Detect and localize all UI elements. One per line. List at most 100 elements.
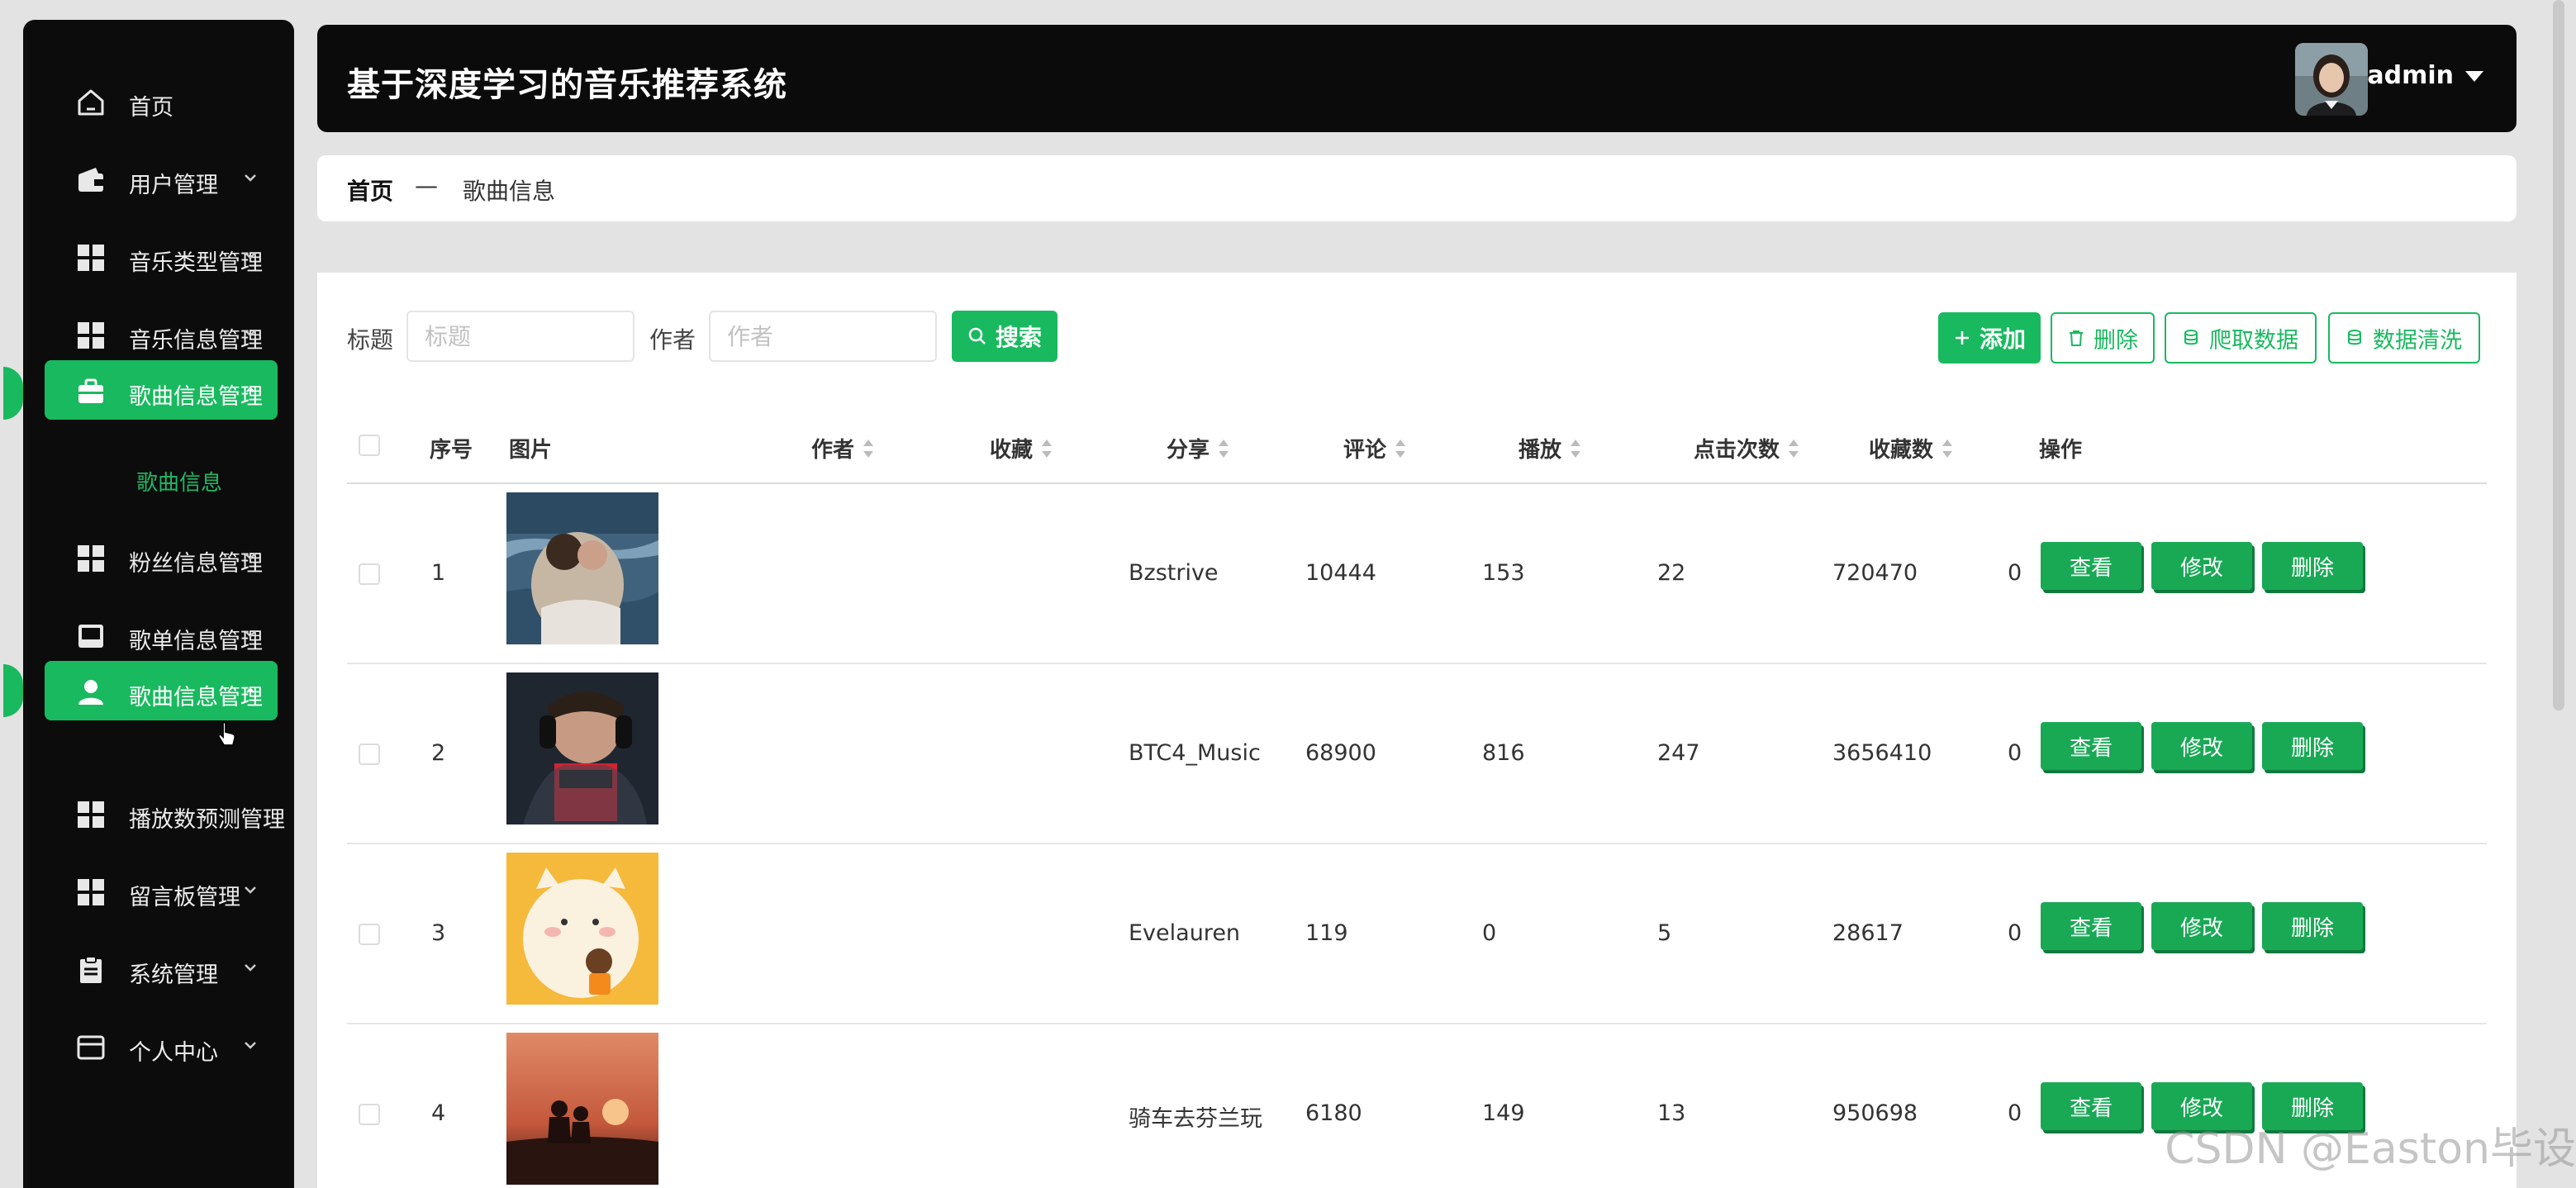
clipboard-icon — [80, 956, 102, 983]
delete-button[interactable]: 删除 — [2051, 312, 2155, 364]
wallet-icon — [78, 168, 103, 192]
author-filter-label: 作者 — [649, 326, 696, 354]
row-delete-button[interactable]: 删除 — [2262, 902, 2363, 950]
column-label: 图片 — [509, 438, 553, 463]
sidebar-item-label: 系统管理 — [129, 962, 218, 988]
chevron-up-icon — [246, 687, 254, 693]
sort-icon[interactable] — [1942, 439, 1953, 458]
cell-shares: 153 — [1482, 560, 1525, 586]
row-checkbox[interactable] — [359, 924, 380, 945]
column-header-sortable[interactable]: 播放 — [1519, 433, 1581, 463]
sidebar-item-message-board[interactable]: 留言板管理 — [45, 861, 278, 920]
column-header-sortable[interactable]: 作者 — [811, 433, 874, 463]
column-label: 收藏 — [990, 438, 1034, 463]
sort-icon[interactable] — [1570, 439, 1581, 458]
column-header-sortable[interactable]: 收藏数 — [1869, 433, 1953, 463]
view-button[interactable]: 查看 — [2041, 1082, 2141, 1130]
page-scrollbar[interactable] — [2553, 0, 2564, 710]
view-button[interactable]: 查看 — [2041, 542, 2141, 590]
cell-clicks: 0 — [2008, 560, 2022, 586]
sidebar-item-music-info[interactable]: 音乐信息管理 — [45, 304, 278, 364]
row-delete-button[interactable]: 删除 — [2262, 722, 2363, 770]
avatar[interactable] — [2295, 43, 2368, 116]
sidebar-subitem-song-info[interactable]: 歌曲信息 — [136, 466, 222, 497]
sidebar-item-song-info-2[interactable]: 歌曲信息管理 — [45, 661, 278, 720]
cell-author: Evelauren — [1129, 920, 1241, 946]
clean-data-label: 数据清洗 — [2373, 327, 2462, 354]
cell-clicks: 0 — [2008, 920, 2022, 946]
column-label: 作者 — [811, 438, 855, 463]
chevron-down-icon — [245, 174, 256, 182]
sidebar-item-home[interactable]: 首页 — [45, 71, 278, 131]
column-header-sortable[interactable]: 收藏 — [990, 433, 1053, 463]
sidebar-item-fans[interactable]: 粉丝信息管理 — [45, 527, 278, 587]
row-checkbox[interactable] — [359, 563, 380, 585]
column-label: 操作 — [2039, 438, 2083, 463]
sidebar-item-label: 留言板管理 — [129, 885, 240, 910]
chevron-down-icon — [245, 1042, 256, 1049]
cell-comments: 247 — [1657, 740, 1700, 766]
sidebar-item-play-prediction[interactable]: 播放数预测管理 — [45, 783, 285, 843]
active-indicator — [3, 367, 23, 420]
cell-shares: 0 — [1482, 920, 1497, 946]
column-header-sortable[interactable]: 评论 — [1343, 433, 1406, 463]
edit-button[interactable]: 修改 — [2151, 722, 2252, 770]
row-checkbox[interactable] — [359, 744, 380, 765]
crawl-data-button[interactable]: 爬取数据 — [2165, 312, 2317, 364]
add-button[interactable]: 添加 — [1938, 312, 2041, 364]
row-number: 1 — [431, 560, 446, 586]
chevron-down-icon — [245, 886, 256, 894]
cell-comments: 5 — [1657, 920, 1672, 946]
song-cover-image — [506, 492, 658, 644]
column-label: 收藏数 — [1869, 438, 1934, 463]
song-cover-image — [506, 853, 658, 1005]
caret-down-icon[interactable] — [2465, 71, 2483, 82]
cell-clicks: 0 — [2008, 1100, 2022, 1126]
sidebar-item-playlists[interactable]: 歌单信息管理 — [45, 605, 278, 664]
sidebar-item-users[interactable]: 用户管理 — [45, 149, 278, 208]
row-checkbox[interactable] — [359, 1104, 380, 1125]
row-number: 4 — [431, 1100, 446, 1126]
cell-comments: 13 — [1657, 1100, 1686, 1126]
title-search-input[interactable] — [406, 311, 634, 362]
clean-data-button[interactable]: 数据清洗 — [2328, 312, 2480, 364]
column-label: 点击次数 — [1694, 438, 1780, 463]
inbox-icon — [78, 625, 103, 648]
grid-icon — [78, 322, 104, 349]
title-filter-label: 标题 — [347, 326, 394, 354]
select-all-checkbox[interactable] — [359, 435, 380, 456]
cell-plays: 3656410 — [1832, 740, 1932, 766]
sidebar-item-system[interactable]: 系统管理 — [45, 939, 278, 998]
edit-button[interactable]: 修改 — [2151, 542, 2252, 590]
view-button[interactable]: 查看 — [2041, 722, 2141, 770]
column-label: 播放 — [1519, 438, 1562, 463]
edit-button[interactable]: 修改 — [2151, 902, 2252, 950]
author-search-input[interactable] — [709, 311, 937, 362]
search-button[interactable]: 搜索 — [952, 311, 1057, 362]
column-header: 序号 — [430, 433, 473, 463]
home-icon — [78, 89, 104, 116]
view-button[interactable]: 查看 — [2041, 902, 2141, 950]
add-button-label: 添加 — [1979, 326, 2026, 353]
cell-plays: 950698 — [1832, 1100, 1918, 1126]
sort-icon[interactable] — [1395, 439, 1406, 458]
avatar-image — [2295, 43, 2368, 116]
sort-icon[interactable] — [863, 439, 874, 458]
row-delete-button[interactable]: 删除 — [2262, 542, 2363, 590]
sidebar-item-profile[interactable]: 个人中心 — [45, 1016, 278, 1076]
sort-icon[interactable] — [1218, 439, 1229, 458]
column-header-sortable[interactable]: 点击次数 — [1694, 433, 1799, 463]
cell-favorites: 119 — [1305, 920, 1348, 946]
database-icon — [2348, 330, 2361, 345]
row-number: 3 — [431, 920, 446, 946]
sidebar-item-song-info[interactable]: 歌曲信息管理 — [45, 360, 278, 420]
watermark: CSDN @Easton毕设 — [2165, 1124, 2576, 1174]
cell-author: Bzstrive — [1129, 560, 1219, 586]
breadcrumb-home[interactable]: 首页 — [347, 173, 393, 207]
username[interactable]: admin — [2367, 61, 2454, 90]
sort-icon[interactable] — [1041, 439, 1053, 458]
column-header-sortable[interactable]: 分享 — [1167, 433, 1229, 463]
sidebar: 首页 用户管理 音乐类型管理 音乐信息管理 歌曲信息管理 歌曲信息 粉丝信息管理 — [23, 20, 294, 1188]
sort-icon[interactable] — [1788, 439, 1799, 458]
sidebar-item-music-types[interactable]: 音乐类型管理 — [45, 226, 278, 286]
